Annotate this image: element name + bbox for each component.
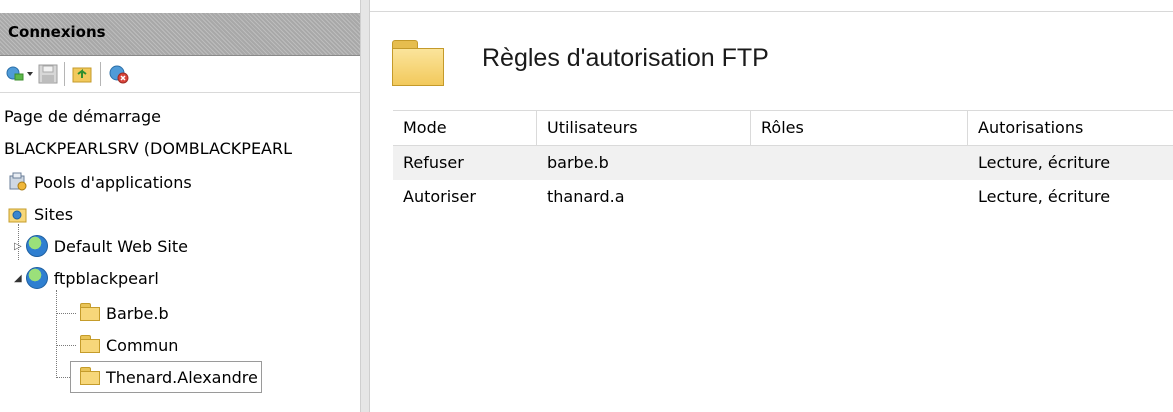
column-header-mode[interactable]: Mode (393, 111, 537, 145)
collapse-arrow-icon[interactable]: ◢ (14, 273, 22, 284)
column-header-permissions[interactable]: Autorisations (968, 111, 1173, 145)
cell-mode: Autoriser (403, 187, 476, 206)
column-header-users[interactable]: Utilisateurs (537, 111, 751, 145)
cell-roles (751, 180, 968, 214)
tree-folder-commun[interactable]: Commun (80, 329, 178, 361)
main-top-border (370, 0, 1173, 12)
connections-toolbar (0, 56, 360, 93)
up-folder-icon[interactable] (72, 64, 92, 84)
tree-folder-thenard[interactable]: Thenard.Alexandre (70, 361, 262, 393)
globe-icon (25, 267, 48, 289)
globe-icon (25, 235, 48, 257)
tree-server[interactable]: BLACKPEARLSRV (DOMBLACKPEARL (4, 132, 292, 164)
table-header: Mode Utilisateurs Rôles Autorisations (393, 110, 1173, 146)
page-title: Règles d'autorisation FTP (482, 44, 769, 72)
tree-line (56, 345, 76, 346)
folder-icon (80, 303, 100, 323)
default-site-label: Default Web Site (53, 236, 188, 256)
table-row[interactable]: Autoriser thanard.a Lecture, écriture (393, 180, 1173, 214)
cell-mode: Refuser (403, 153, 464, 172)
folder-label: Commun (106, 335, 179, 355)
ftp-site-label: ftpblackpearl (53, 268, 159, 288)
tree-line (56, 377, 70, 378)
tree-start-page[interactable]: Page de démarrage (4, 100, 161, 132)
column-header-roles[interactable]: Rôles (751, 111, 968, 145)
cell-permissions: Lecture, écriture (978, 153, 1111, 172)
disconnect-icon[interactable] (108, 64, 129, 84)
cell-roles (751, 146, 968, 180)
rules-table: Mode Utilisateurs Rôles Autorisations Re… (393, 110, 1173, 214)
pane-splitter[interactable] (360, 0, 370, 412)
folder-label: Barbe.b (106, 303, 169, 323)
start-page-label: Page de démarrage (4, 106, 161, 126)
main-pane: Règles d'autorisation FTP Mode Utilisate… (370, 0, 1173, 412)
folder-label: Thenard.Alexandre (106, 367, 258, 387)
connections-pane: Connexions Page de démarrage BLACKPEARLS… (0, 0, 360, 412)
app-pools-icon (8, 172, 28, 192)
expand-arrow-icon[interactable]: ▷ (14, 241, 22, 252)
server-label: BLACKPEARLSRV (DOMBLACKPEARL (4, 138, 293, 158)
folder-icon (80, 335, 100, 355)
cell-users: thanard.a (547, 187, 625, 206)
connections-header: Connexions (0, 13, 360, 56)
sites-label: Sites (34, 204, 74, 224)
toolbar-separator (64, 62, 65, 86)
tree-ftp-site[interactable]: ◢ ftpblackpearl (14, 262, 159, 294)
tree-line (56, 290, 57, 378)
folder-icon (392, 40, 444, 86)
tree-line (56, 313, 76, 314)
save-icon[interactable] (38, 64, 58, 84)
folder-icon (80, 367, 100, 387)
table-row[interactable]: Refuser barbe.b Lecture, écriture (393, 146, 1173, 180)
app-pools-label: Pools d'applications (34, 172, 192, 192)
tree-folder-barbe[interactable]: Barbe.b (80, 297, 169, 329)
cell-permissions: Lecture, écriture (978, 187, 1111, 206)
tree-app-pools[interactable]: Pools d'applications (8, 166, 192, 198)
toolbar-separator (100, 62, 101, 86)
connect-icon[interactable] (6, 64, 33, 84)
tree-default-web-site[interactable]: ▷ Default Web Site (14, 230, 188, 262)
sites-icon (8, 204, 28, 224)
connections-title: Connexions (8, 23, 106, 41)
cell-users: barbe.b (547, 153, 609, 172)
